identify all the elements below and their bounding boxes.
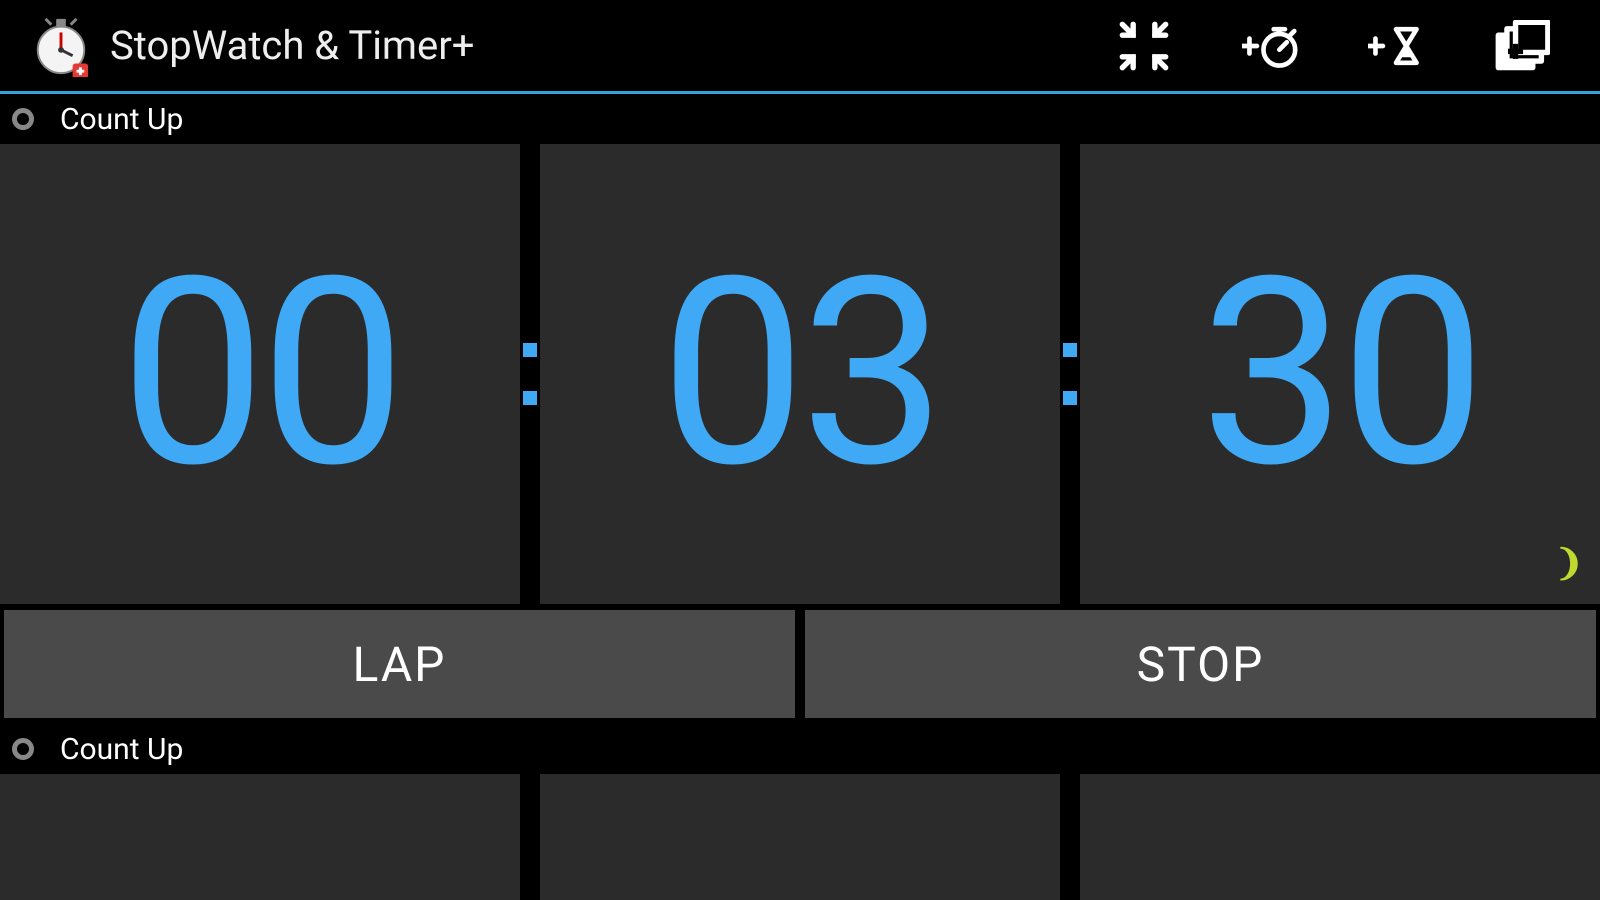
timer1-label: Count Up [60,102,183,137]
spinner-icon: ❩ [1554,542,1584,584]
action-bar: StopWatch & Timer+ [0,0,1600,94]
app-icon [30,15,92,77]
action-icons [1116,18,1580,74]
collapse-icon[interactable] [1116,18,1172,74]
colon-icon [520,144,540,604]
minutes-value: 03 [660,244,940,504]
timer2-display [0,774,1600,900]
minutes-panel[interactable] [540,774,1060,900]
add-timer-icon[interactable] [1368,18,1424,74]
seconds-value: 30 [1200,244,1480,504]
timer2-label: Count Up [60,732,183,767]
timer1-header[interactable]: Count Up [0,94,1600,144]
timer1-controls: LAP STOP [0,604,1600,724]
add-stopwatch-icon[interactable] [1242,18,1298,74]
minutes-panel[interactable]: 03 [540,144,1060,604]
radio-icon [12,738,34,760]
hours-panel[interactable]: 00 [0,144,520,604]
timer1-display: 00 03 30 ❩ [0,144,1600,604]
radio-icon [12,108,34,130]
colon-icon [1060,144,1080,604]
seconds-panel[interactable]: 30 ❩ [1080,144,1600,604]
stop-button[interactable]: STOP [805,610,1596,718]
hours-panel[interactable] [0,774,520,900]
seconds-panel[interactable] [1080,774,1600,900]
app-title: StopWatch & Timer+ [110,22,1116,69]
timer2-header[interactable]: Count Up [0,724,1600,774]
hours-value: 00 [120,244,400,504]
add-page-icon[interactable] [1494,18,1550,74]
lap-button[interactable]: LAP [4,610,795,718]
